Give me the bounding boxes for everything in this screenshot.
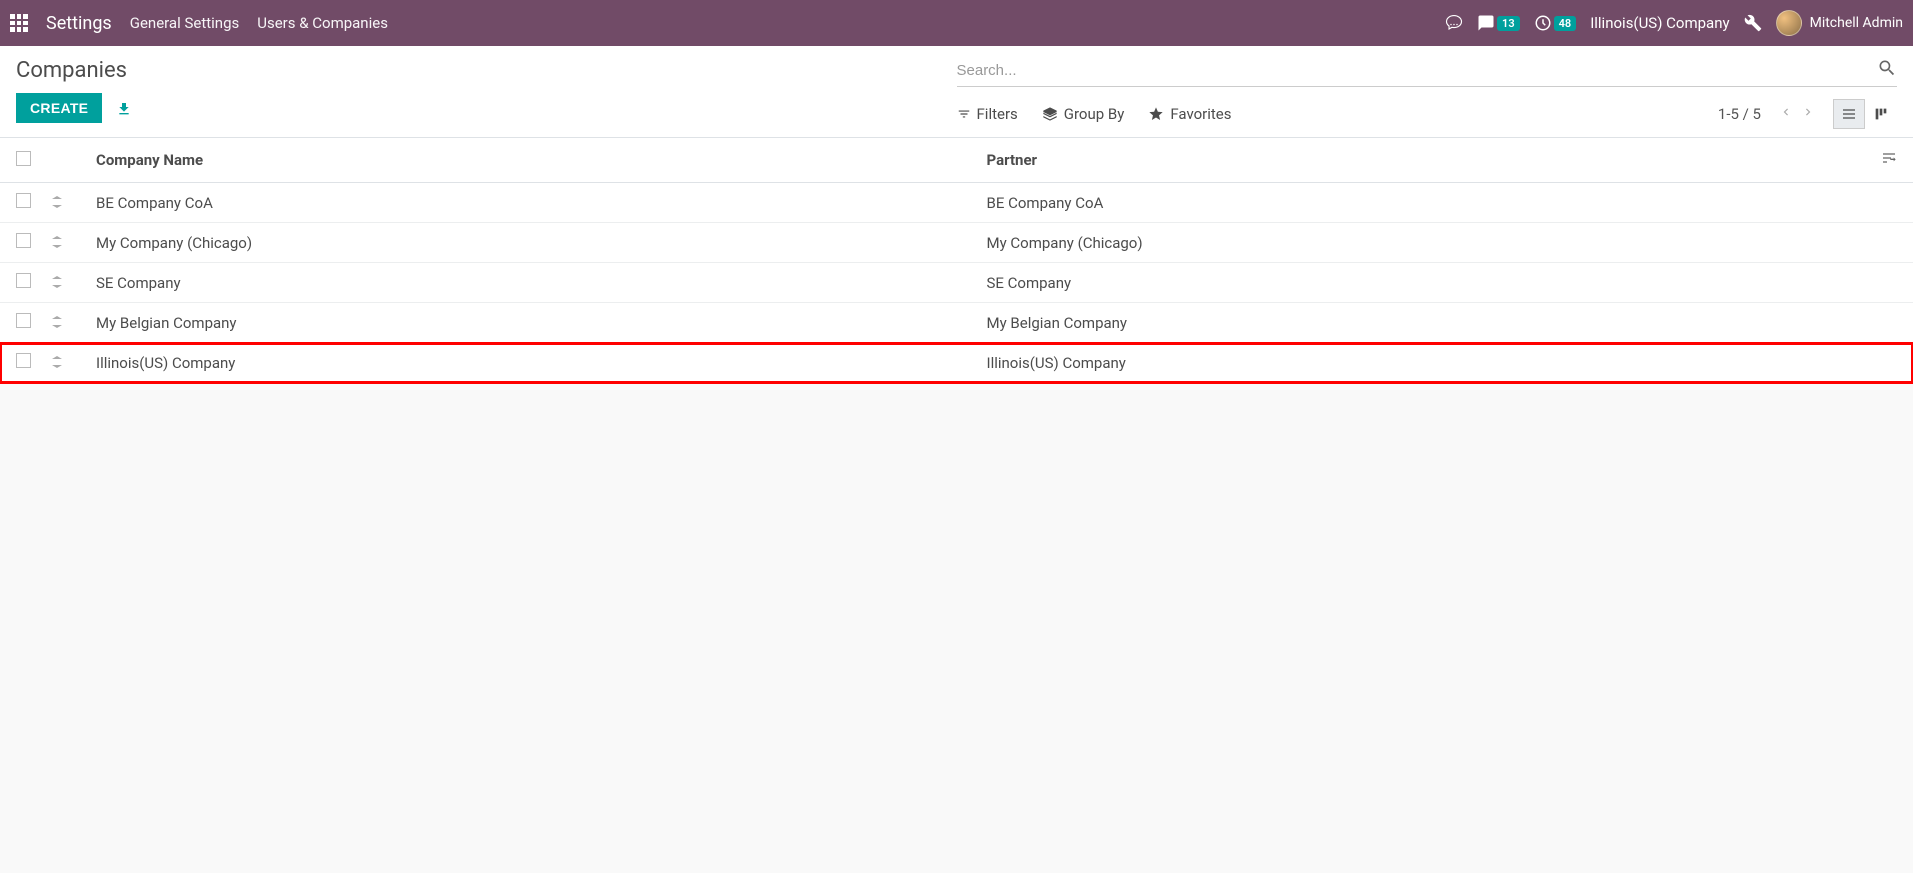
row-checkbox[interactable] xyxy=(16,313,31,328)
row-checkbox[interactable] xyxy=(16,353,31,368)
drag-handle-icon[interactable] xyxy=(52,316,62,328)
drag-handle-icon[interactable] xyxy=(52,236,62,248)
table-row[interactable]: My Company (Chicago)My Company (Chicago) xyxy=(0,223,1913,263)
pager-prev[interactable] xyxy=(1779,105,1793,123)
tray-messages-icon[interactable]: 13 xyxy=(1477,14,1520,32)
cell-company-name: My Belgian Company xyxy=(88,303,979,343)
create-button[interactable]: Create xyxy=(16,93,102,123)
drag-handle-icon[interactable] xyxy=(52,356,62,368)
avatar xyxy=(1776,10,1802,36)
select-all-checkbox[interactable] xyxy=(16,151,31,166)
cell-partner: My Company (Chicago) xyxy=(979,223,1870,263)
drag-handle-icon[interactable] xyxy=(52,196,62,208)
filters-label: Filters xyxy=(977,105,1018,123)
groupby-dropdown[interactable]: Group By xyxy=(1042,105,1125,123)
view-list-button[interactable] xyxy=(1833,99,1865,129)
favorites-dropdown[interactable]: Favorites xyxy=(1148,105,1231,123)
user-menu[interactable]: Mitchell Admin xyxy=(1776,10,1903,36)
pager-next[interactable] xyxy=(1801,105,1815,123)
table-row[interactable]: BE Company CoABE Company CoA xyxy=(0,183,1913,223)
optional-columns-icon[interactable] xyxy=(1881,152,1897,170)
menu-users-companies[interactable]: Users & Companies xyxy=(257,14,388,32)
cell-partner: Illinois(US) Company xyxy=(979,343,1870,383)
menu-general-settings[interactable]: General Settings xyxy=(130,14,240,32)
search-input[interactable] xyxy=(957,62,1878,79)
company-switcher[interactable]: Illinois(US) Company xyxy=(1590,14,1729,32)
activities-badge: 48 xyxy=(1554,16,1577,31)
messages-badge: 13 xyxy=(1497,16,1520,31)
cell-company-name: Illinois(US) Company xyxy=(88,343,979,383)
user-name: Mitchell Admin xyxy=(1810,15,1903,31)
column-company-name[interactable]: Company Name xyxy=(88,138,979,183)
apps-icon[interactable] xyxy=(10,14,28,32)
list-view: Company Name Partner BE Company CoABE Co… xyxy=(0,138,1913,383)
import-button[interactable] xyxy=(116,101,132,117)
cell-partner: SE Company xyxy=(979,263,1870,303)
filters-dropdown[interactable]: Filters xyxy=(957,105,1018,123)
column-partner[interactable]: Partner xyxy=(979,138,1870,183)
top-navbar: Settings General Settings Users & Compan… xyxy=(0,0,1913,46)
app-brand[interactable]: Settings xyxy=(46,13,112,34)
groupby-label: Group By xyxy=(1064,105,1125,123)
search-icon[interactable] xyxy=(1877,58,1897,82)
cell-partner: My Belgian Company xyxy=(979,303,1870,343)
table-row[interactable]: Illinois(US) CompanyIllinois(US) Company xyxy=(0,343,1913,383)
row-checkbox[interactable] xyxy=(16,233,31,248)
view-kanban-button[interactable] xyxy=(1865,99,1897,129)
cell-company-name: My Company (Chicago) xyxy=(88,223,979,263)
debug-icon[interactable] xyxy=(1744,14,1762,32)
pager-text: 1-5 / 5 xyxy=(1718,105,1761,123)
cell-partner: BE Company CoA xyxy=(979,183,1870,223)
cell-company-name: BE Company CoA xyxy=(88,183,979,223)
drag-handle-icon[interactable] xyxy=(52,276,62,288)
favorites-label: Favorites xyxy=(1170,105,1231,123)
cell-company-name: SE Company xyxy=(88,263,979,303)
tray-phone-icon[interactable] xyxy=(1445,14,1463,32)
row-checkbox[interactable] xyxy=(16,273,31,288)
table-row[interactable]: SE CompanySE Company xyxy=(0,263,1913,303)
table-row[interactable]: My Belgian CompanyMy Belgian Company xyxy=(0,303,1913,343)
breadcrumb: Companies xyxy=(16,58,957,83)
row-checkbox[interactable] xyxy=(16,193,31,208)
tray-activities-icon[interactable]: 48 xyxy=(1534,14,1577,32)
control-panel: Companies Create Filters xyxy=(0,46,1913,138)
